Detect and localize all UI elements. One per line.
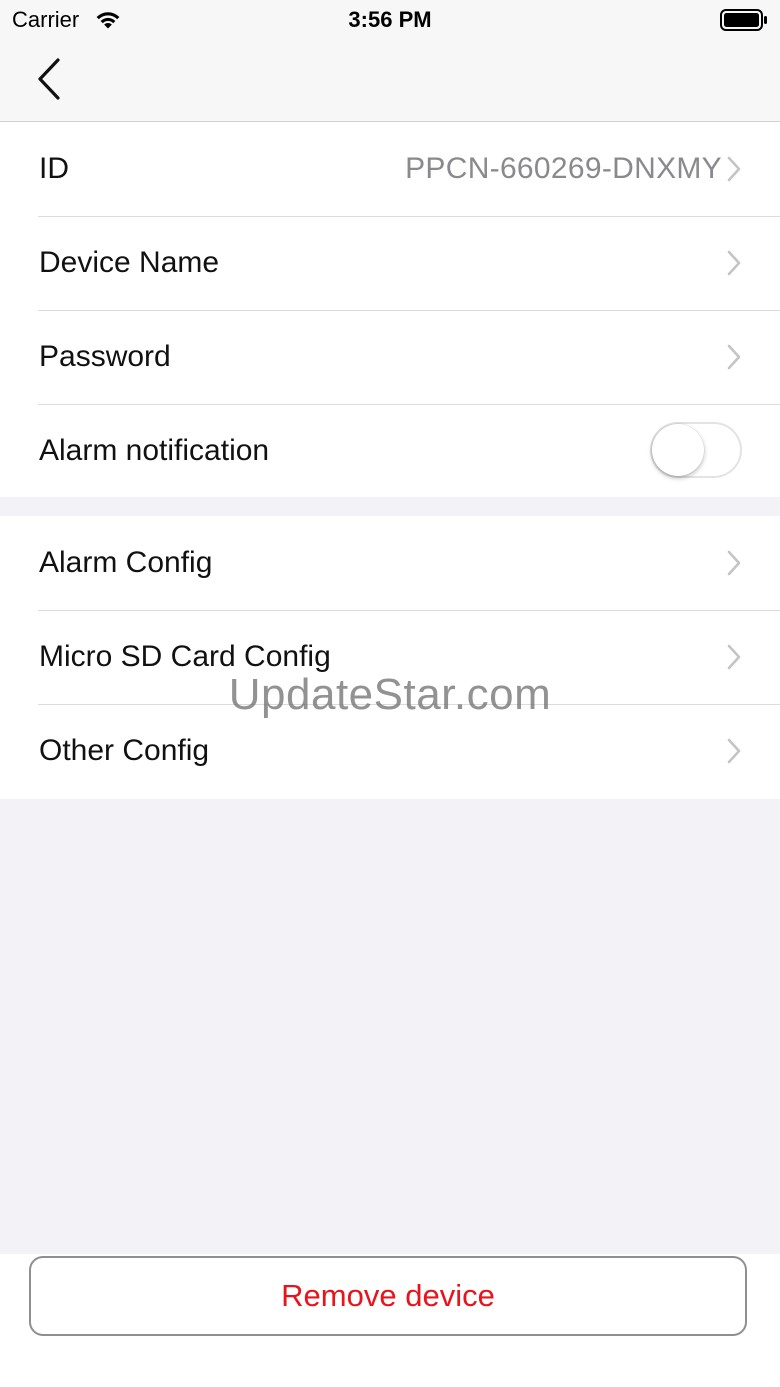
- chevron-left-icon: [38, 58, 60, 100]
- device-id-value: PPCN-660269-DNXMY: [405, 152, 722, 185]
- row-label: Device Name: [39, 246, 220, 279]
- row-label: ID: [39, 152, 69, 185]
- status-bar: Carrier 3:56 PM: [0, 0, 780, 40]
- settings-row-micro-sd-config[interactable]: Micro SD Card Config: [0, 610, 780, 704]
- chevron-right-icon: [727, 156, 741, 182]
- back-button[interactable]: [28, 54, 72, 106]
- row-label: Alarm notification: [39, 434, 270, 467]
- chevron-right-icon: [727, 344, 741, 370]
- settings-row-other-config[interactable]: Other Config: [0, 704, 780, 798]
- footer: Remove device: [0, 1254, 780, 1387]
- remove-device-button[interactable]: Remove device: [29, 1256, 747, 1336]
- row-label: Micro SD Card Config: [39, 640, 331, 673]
- chevron-right-icon: [727, 644, 741, 670]
- chevron-right-icon: [727, 738, 741, 764]
- settings-row-id[interactable]: ID PPCN-660269-DNXMY: [0, 122, 780, 216]
- alarm-notification-toggle[interactable]: [650, 422, 742, 478]
- chevron-right-icon: [727, 550, 741, 576]
- row-label: Password: [39, 340, 171, 373]
- status-time: 3:56 PM: [348, 7, 432, 32]
- battery-icon: [720, 9, 767, 31]
- settings-row-alarm-config[interactable]: Alarm Config: [0, 516, 780, 610]
- device-info-group: ID PPCN-660269-DNXMY Device Name Passwor…: [0, 122, 780, 497]
- toggle-knob: [652, 424, 704, 476]
- settings-row-device-name[interactable]: Device Name: [0, 216, 780, 310]
- navigation-bar: [0, 40, 780, 122]
- config-group: Alarm Config Micro SD Card Config Other …: [0, 516, 780, 799]
- row-label: Alarm Config: [39, 546, 213, 579]
- chevron-right-icon: [727, 250, 741, 276]
- settings-row-alarm-notification: Alarm notification: [0, 404, 780, 498]
- settings-row-password[interactable]: Password: [0, 310, 780, 404]
- row-label: Other Config: [39, 734, 210, 767]
